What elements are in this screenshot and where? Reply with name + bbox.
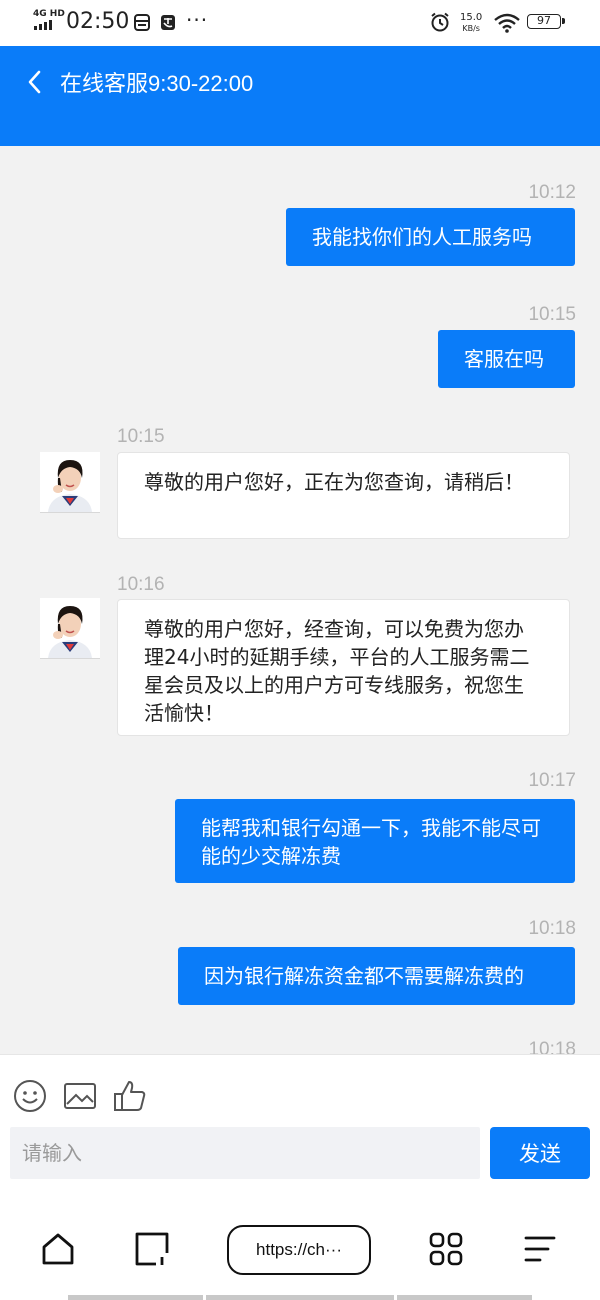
avatar[interactable] bbox=[40, 598, 100, 659]
gesture-bar bbox=[68, 1295, 203, 1300]
battery-icon: 97 bbox=[527, 14, 565, 29]
wifi-icon bbox=[494, 13, 520, 33]
message-time: 10:18 bbox=[528, 1039, 576, 1054]
emoji-icon[interactable] bbox=[12, 1078, 48, 1114]
alarm-icon bbox=[431, 12, 449, 32]
image-icon[interactable] bbox=[62, 1078, 98, 1114]
message-time: 10:12 bbox=[528, 182, 576, 203]
more-notifications-icon: ··· bbox=[186, 8, 209, 32]
network-type: 4G HD bbox=[33, 9, 65, 19]
avatar[interactable] bbox=[40, 452, 100, 513]
gesture-bar bbox=[397, 1295, 532, 1300]
signal-icon bbox=[34, 20, 52, 30]
apps-icon[interactable] bbox=[428, 1231, 464, 1267]
chat-messages[interactable]: 10:12 我能找你们的人工服务吗 10:15 客服在吗 10:15 尊敬的用户… bbox=[0, 146, 600, 1054]
message-bubble[interactable]: 能帮我和银行勾通一下，我能不能尽可能的少交解冻费 bbox=[175, 799, 575, 883]
chevron-left-icon[interactable] bbox=[24, 68, 44, 96]
gesture-bar bbox=[206, 1295, 394, 1300]
speed-value: 15.0 bbox=[460, 12, 483, 23]
menu-icon[interactable] bbox=[522, 1231, 558, 1267]
message-bubble[interactable]: 我能找你们的人工服务吗 bbox=[286, 208, 575, 266]
page-title: 在线客服9:30-22:00 bbox=[60, 71, 254, 96]
thumbs-up-icon[interactable] bbox=[112, 1078, 148, 1114]
message-input[interactable] bbox=[10, 1127, 480, 1179]
message-time: 10:16 bbox=[117, 574, 165, 595]
home-icon[interactable] bbox=[40, 1231, 76, 1267]
app-notification-icon bbox=[134, 14, 150, 31]
message-time: 10:15 bbox=[528, 304, 576, 325]
message-bubble[interactable]: 尊敬的用户您好，正在为您查询，请稍后！ bbox=[117, 452, 570, 539]
message-bubble[interactable]: 尊敬的用户您好，经查询，可以免费为您办理24小时的延期手续，平台的人工服务需二星… bbox=[117, 599, 570, 736]
message-time: 10:18 bbox=[528, 918, 576, 939]
status-time: 02:50 bbox=[66, 9, 130, 34]
message-bubble[interactable]: 因为银行解冻资金都不需要解冻费的 bbox=[178, 947, 575, 1005]
send-button[interactable]: 发送 bbox=[490, 1127, 590, 1179]
message-time: 10:17 bbox=[528, 770, 576, 791]
url-bar[interactable]: https://ch··· bbox=[227, 1225, 371, 1275]
network-speed: 15.0 KB/s bbox=[460, 12, 482, 34]
status-bar: 4G HD 02:50 ··· 15.0 KB/s 97 bbox=[0, 0, 600, 46]
agent-avatar-icon bbox=[40, 598, 100, 658]
payment-app-icon bbox=[161, 15, 175, 30]
speed-unit: KB/s bbox=[462, 24, 480, 33]
message-time: 10:15 bbox=[117, 426, 165, 447]
message-bubble[interactable]: 客服在吗 bbox=[438, 330, 575, 388]
chat-header: 在线客服9:30-22:00 bbox=[0, 46, 600, 146]
agent-avatar-icon bbox=[40, 452, 100, 512]
tabs-icon[interactable] bbox=[134, 1231, 170, 1267]
